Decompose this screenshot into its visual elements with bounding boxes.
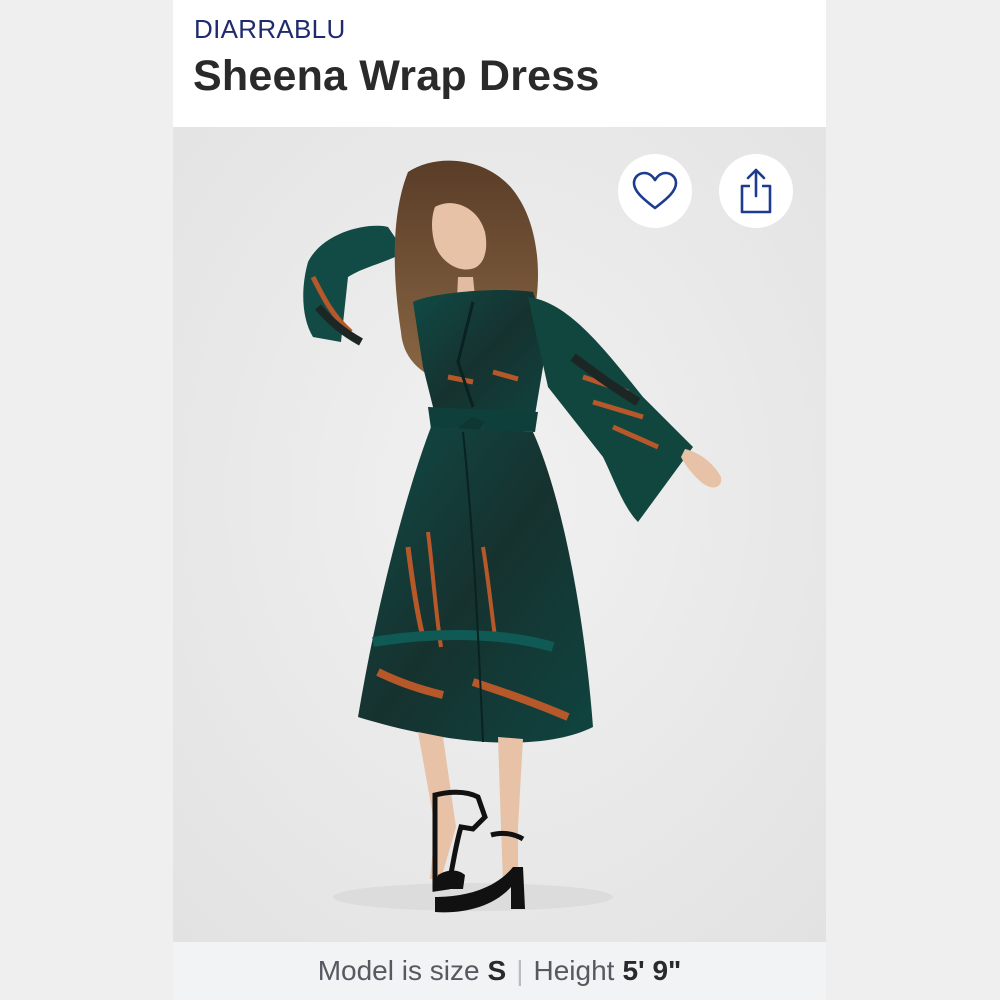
product-image[interactable] bbox=[173, 127, 826, 942]
share-button[interactable] bbox=[719, 154, 793, 228]
model-photo-illustration bbox=[173, 127, 826, 942]
product-header: DIARRABLU Sheena Wrap Dress bbox=[173, 0, 826, 127]
favorite-button[interactable] bbox=[618, 154, 692, 228]
share-upload-icon bbox=[740, 168, 772, 214]
model-size-value: S bbox=[487, 955, 507, 986]
brand-name[interactable]: DIARRABLU bbox=[194, 14, 346, 45]
model-info-separator: | bbox=[516, 955, 524, 986]
model-info-bar: Model is size S | Height 5' 9" bbox=[173, 942, 826, 1000]
backdrop-left bbox=[0, 0, 173, 1000]
backdrop-right bbox=[826, 0, 1000, 1000]
model-size-label: Model is size bbox=[317, 955, 480, 986]
product-card: DIARRABLU Sheena Wrap Dress Model is siz… bbox=[173, 0, 826, 1000]
heart-outline-icon bbox=[632, 171, 678, 210]
model-height-value: 5' 9" bbox=[622, 955, 682, 986]
model-height-label: Height bbox=[533, 955, 615, 986]
product-title: Sheena Wrap Dress bbox=[193, 52, 600, 100]
